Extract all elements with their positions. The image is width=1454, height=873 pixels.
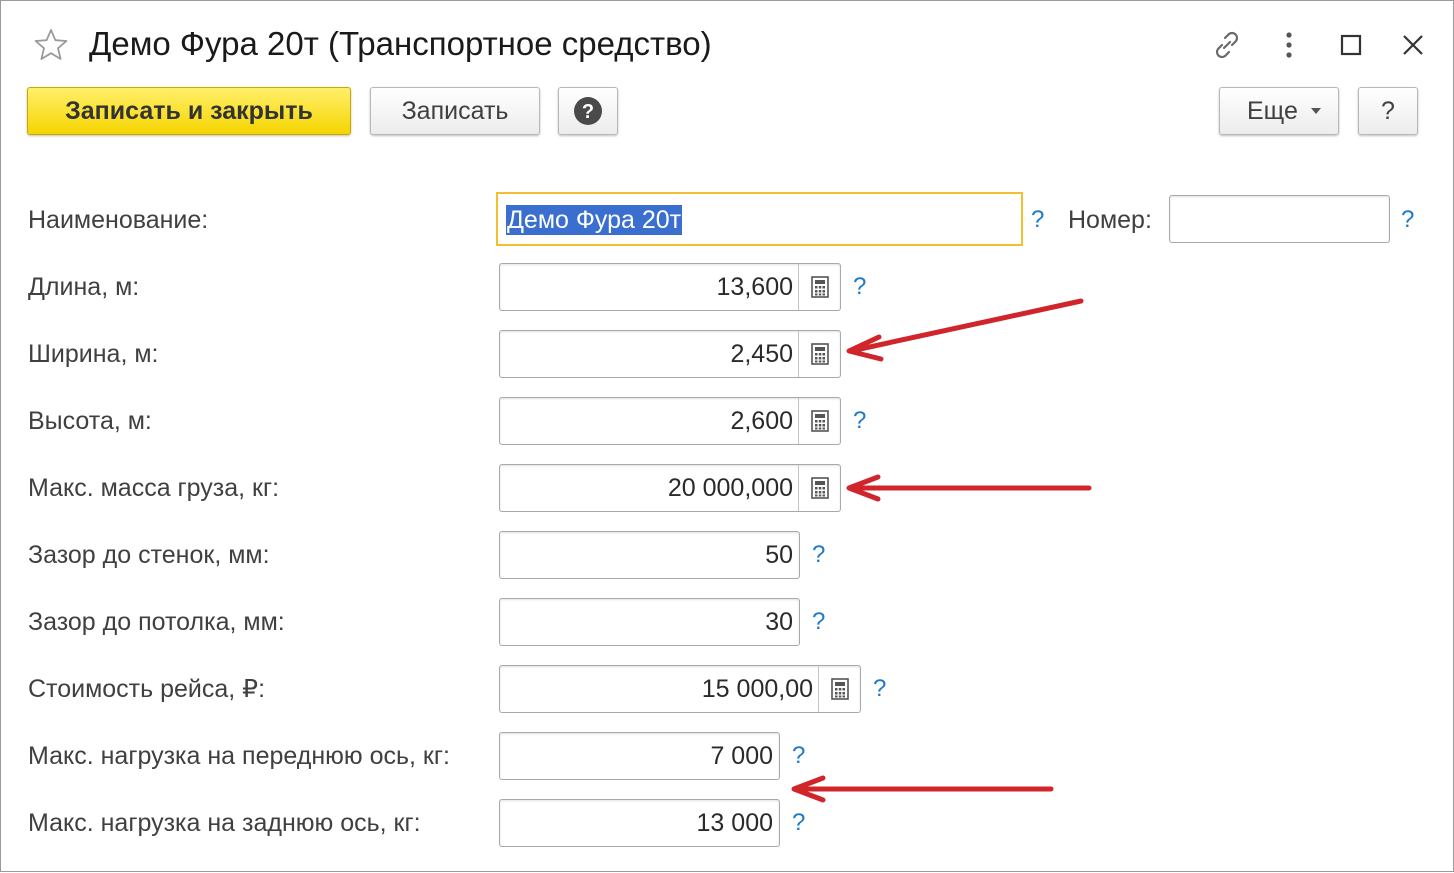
trip-cost-input[interactable]: 15 000,00: [499, 665, 861, 713]
calculator-icon[interactable]: [798, 331, 840, 377]
calculator-icon[interactable]: [818, 666, 860, 712]
maximize-icon[interactable]: [1331, 25, 1371, 65]
max-cargo-mass-value: 20 000,000: [667, 474, 793, 502]
max-cargo-mass-input[interactable]: 20 000,000: [499, 464, 841, 512]
rear-axle-load-input[interactable]: 13 000: [499, 799, 780, 847]
ceiling-gap-input[interactable]: 30: [499, 598, 800, 646]
ceiling-gap-label: Зазор до потолка, мм:: [28, 608, 285, 636]
help-question-button[interactable]: ?: [1358, 87, 1418, 135]
length-input[interactable]: 13,600: [499, 263, 841, 311]
length-label: Длина, м:: [28, 273, 140, 301]
trip-cost-hint[interactable]: ?: [873, 674, 886, 704]
length-hint[interactable]: ?: [853, 272, 866, 302]
rear-axle-load-hint[interactable]: ?: [792, 808, 805, 838]
star-icon[interactable]: [33, 27, 69, 63]
height-input[interactable]: 2,600: [499, 397, 841, 445]
length-value: 13,600: [716, 273, 793, 301]
form-window: Демо Фура 20т (Транспортное средство) За…: [0, 0, 1454, 872]
name-input[interactable]: Демо Фура 20т: [496, 192, 1023, 246]
calculator-icon[interactable]: [798, 398, 840, 444]
name-hint[interactable]: ?: [1031, 205, 1044, 235]
more-button[interactable]: Еще: [1219, 87, 1339, 135]
height-value: 2,600: [730, 407, 793, 435]
more-label: Еще: [1247, 96, 1298, 125]
width-label: Ширина, м:: [28, 340, 159, 368]
width-input[interactable]: 2,450: [499, 330, 841, 378]
front-axle-load-value: 7 000: [710, 742, 773, 770]
ceiling-gap-value: 30: [765, 608, 793, 636]
height-label: Высота, м:: [28, 407, 152, 435]
trip-cost-label: Стоимость рейса, ₽:: [28, 675, 266, 703]
front-axle-load-label: Макс. нагрузка на переднюю ось, кг:: [28, 742, 450, 770]
wall-gap-label: Зазор до стенок, мм:: [28, 541, 270, 569]
number-label: Номер:: [1068, 206, 1152, 234]
help-circle-icon: ?: [574, 97, 602, 125]
height-hint[interactable]: ?: [853, 406, 866, 436]
number-input[interactable]: [1169, 195, 1390, 243]
wall-gap-hint[interactable]: ?: [812, 540, 825, 570]
calculator-icon[interactable]: [798, 465, 840, 511]
ceiling-gap-hint[interactable]: ?: [812, 607, 825, 637]
link-icon[interactable]: [1207, 25, 1247, 65]
window-title: Демо Фура 20т (Транспортное средство): [89, 25, 712, 62]
svg-text:?: ?: [582, 101, 594, 123]
max-cargo-mass-label: Макс. масса груза, кг:: [28, 474, 280, 502]
trip-cost-value: 15 000,00: [701, 675, 813, 703]
chevron-down-icon: [1310, 108, 1321, 114]
rear-axle-load-value: 13 000: [696, 809, 773, 837]
more-vertical-icon[interactable]: [1269, 25, 1309, 65]
width-value: 2,450: [730, 340, 793, 368]
save-button[interactable]: Записать: [370, 87, 540, 135]
close-icon[interactable]: [1393, 25, 1433, 65]
wall-gap-value: 50: [765, 541, 793, 569]
calculator-icon[interactable]: [798, 264, 840, 310]
rear-axle-load-label: Макс. нагрузка на заднюю ось, кг:: [28, 809, 421, 837]
front-axle-load-input[interactable]: 7 000: [499, 732, 780, 780]
annotation-arrow: [848, 298, 1084, 354]
help-button[interactable]: ?: [558, 87, 618, 135]
wall-gap-input[interactable]: 50: [499, 531, 800, 579]
front-axle-load-hint[interactable]: ?: [792, 741, 805, 771]
name-label: Наименование:: [28, 206, 209, 234]
save-and-close-button[interactable]: Записать и закрыть: [27, 87, 351, 135]
name-input-value: Демо Фура 20т: [506, 205, 683, 235]
number-hint[interactable]: ?: [1401, 205, 1414, 235]
